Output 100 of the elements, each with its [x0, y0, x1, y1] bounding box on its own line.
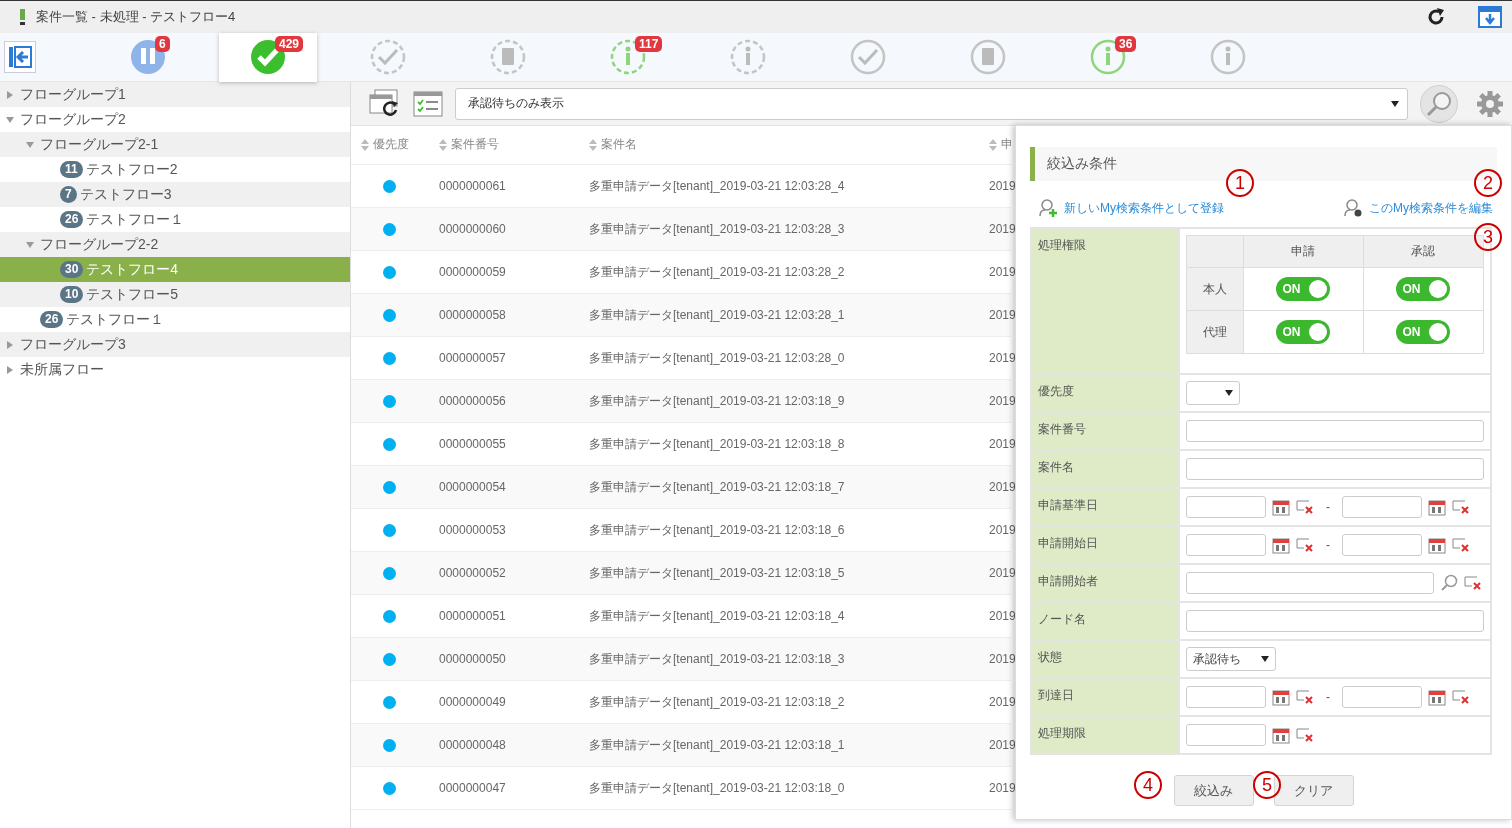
collapsed-icon[interactable] — [6, 90, 14, 99]
table-cell: 多重申請データ[tenant]_2019-03-21 12:03:18_3 — [589, 651, 845, 666]
panel-title: 絞込み条件 — [1047, 155, 1117, 173]
tree-label: フローグループ2 — [20, 110, 126, 129]
calendar-icon[interactable] — [1272, 726, 1290, 744]
tree-item[interactable]: フローグループ3 — [0, 332, 350, 357]
user-add-icon — [1038, 198, 1058, 218]
link[interactable]: 新しいMy検索条件として登録 — [1038, 198, 1224, 218]
table-cell: 2019 — [989, 480, 1016, 494]
calendar-icon[interactable] — [1272, 498, 1290, 516]
checklist-icon[interactable] — [413, 90, 443, 117]
input-field[interactable] — [1186, 610, 1484, 632]
sort-icon[interactable] — [589, 138, 597, 151]
tree-item[interactable]: フローグループ2-2 — [0, 232, 350, 257]
tree-item[interactable]: 10 テストフロー5 — [0, 282, 350, 307]
priority-dot — [383, 566, 396, 580]
count-badge: 30 — [60, 261, 84, 278]
tree-item[interactable]: 未所属フロー — [0, 357, 350, 382]
clear-icon[interactable] — [1296, 690, 1314, 704]
status-tab[interactable]: 117 — [579, 32, 677, 82]
calendar-icon[interactable] — [1272, 688, 1290, 706]
sort-icon[interactable] — [439, 138, 447, 151]
column-header[interactable]: 優先度 — [373, 136, 409, 154]
calendar-icon[interactable] — [1428, 498, 1446, 516]
sort-icon[interactable] — [989, 138, 997, 151]
filter-button[interactable]: クリア — [1273, 775, 1354, 806]
table-cell: 0000000058 — [439, 308, 506, 322]
table-cell: 0000000053 — [439, 523, 506, 537]
tree-item[interactable]: 11 テストフロー2 — [0, 157, 350, 182]
link[interactable]: このMy検索条件を編集 — [1343, 198, 1493, 218]
priority-dot — [383, 265, 396, 279]
table-cell: 0000000059 — [439, 265, 506, 279]
status-tab[interactable]: 429 — [219, 32, 317, 82]
priority-dot — [383, 179, 396, 193]
select-field[interactable]: 承認待ち — [1186, 647, 1276, 671]
status-tab[interactable]: 36 — [1059, 32, 1157, 82]
calendar-icon[interactable] — [1272, 536, 1290, 554]
refresh-icon[interactable] — [1426, 7, 1446, 27]
date-field[interactable] — [1186, 534, 1266, 556]
date-field[interactable] — [1342, 496, 1422, 518]
tree-item[interactable]: 26 テストフロー１ — [0, 207, 350, 232]
select-field[interactable] — [1186, 381, 1240, 405]
table-cell: 2019 — [989, 652, 1016, 666]
clear-icon[interactable] — [1296, 500, 1314, 514]
tree-label: テストフロー１ — [66, 310, 165, 329]
calendar-icon[interactable] — [1428, 536, 1446, 554]
download-icon[interactable] — [1478, 6, 1502, 28]
row-header: 本人 — [1186, 267, 1244, 311]
clear-icon[interactable] — [1296, 538, 1314, 552]
date-field[interactable] — [1186, 724, 1266, 746]
priority-dot — [383, 480, 396, 494]
input-field[interactable] — [1186, 458, 1484, 480]
column-header[interactable]: 案件番号 — [451, 136, 499, 154]
tree-item[interactable]: 7 テストフロー3 — [0, 182, 350, 207]
expanded-icon[interactable] — [6, 115, 14, 124]
date-field[interactable] — [1186, 686, 1266, 708]
column-header[interactable]: 申 — [1001, 136, 1013, 154]
tree-item[interactable]: フローグループ2-1 — [0, 132, 350, 157]
table-cell: 0000000057 — [439, 351, 506, 365]
tree-item[interactable]: フローグループ2 — [0, 107, 350, 132]
date-field[interactable] — [1186, 496, 1266, 518]
tree-item[interactable]: 26 テストフロー１ — [0, 307, 350, 332]
tree-item[interactable]: フローグループ1 — [0, 82, 350, 107]
input-field[interactable] — [1186, 420, 1484, 442]
expanded-icon[interactable] — [26, 240, 34, 249]
clear-icon[interactable] — [1452, 690, 1470, 704]
date-field[interactable] — [1342, 534, 1422, 556]
collapsed-icon[interactable] — [6, 340, 14, 349]
calendar-icon[interactable] — [1428, 688, 1446, 706]
tree-item[interactable]: 30 テストフロー4 — [0, 257, 350, 282]
expanded-icon[interactable] — [26, 140, 34, 149]
status-tab[interactable]: 6 — [99, 32, 197, 82]
settings-icon[interactable] — [1476, 89, 1504, 118]
table-cell: 2019 — [989, 738, 1016, 752]
priority-dot — [383, 394, 396, 408]
input-field[interactable] — [1186, 572, 1434, 594]
collapsed-icon[interactable] — [6, 365, 14, 374]
refresh-list-icon[interactable] — [369, 88, 401, 119]
priority-dot — [383, 523, 396, 537]
priority-dot — [383, 222, 396, 236]
clear-icon[interactable] — [1464, 576, 1482, 590]
column-header[interactable]: 案件名 — [601, 136, 637, 154]
clear-icon[interactable] — [1452, 500, 1470, 514]
date-field[interactable] — [1342, 686, 1422, 708]
clear-icon[interactable] — [1296, 728, 1314, 742]
priority-dot — [383, 738, 396, 752]
caret-icon — [1225, 390, 1233, 396]
back-button[interactable] — [4, 41, 36, 73]
priority-dot — [383, 308, 396, 322]
range-separator: - — [1326, 690, 1330, 704]
field-label: 案件番号 — [1038, 422, 1086, 436]
field-label: 処理期限 — [1038, 726, 1086, 740]
search-button[interactable] — [1420, 84, 1458, 123]
sort-icon[interactable] — [361, 138, 369, 151]
clear-icon[interactable] — [1452, 538, 1470, 552]
filter-dropdown[interactable]: 承認待ちのみ表示 — [455, 87, 1408, 120]
search-icon[interactable] — [1440, 574, 1458, 592]
filter-button[interactable]: 絞込み — [1173, 775, 1254, 806]
callout-number: 3 — [1474, 223, 1502, 251]
tree-label: フローグループ3 — [20, 335, 126, 354]
